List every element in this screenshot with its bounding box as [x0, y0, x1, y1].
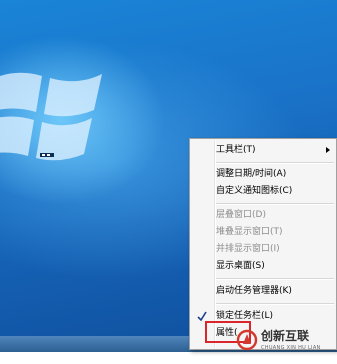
menu-item-cascade-windows[interactable]: 层叠窗口(D)	[192, 206, 334, 224]
menu-item-label: 层叠窗口(D)	[216, 210, 266, 220]
menu-separator	[216, 303, 334, 305]
menu-item-start-task-manager[interactable]: 启动任务管理器(K)	[192, 282, 334, 300]
menu-item-label: 启动任务管理器(K)	[216, 286, 292, 296]
menu-item-label: 并排显示窗口(I)	[216, 244, 280, 254]
menu-item-label: 工具栏(T)	[216, 145, 256, 155]
menu-item-label: 自定义通知图标(C)	[216, 186, 293, 196]
menu-item-label: 调整日期/时间(A)	[216, 169, 287, 179]
brand-logo-icon	[236, 329, 258, 351]
menu-item-show-desktop[interactable]: 显示桌面(S)	[192, 257, 334, 275]
busy-cursor-icon	[40, 153, 54, 157]
watermark-brand-name: 创新互联	[261, 329, 310, 343]
menu-item-label: 显示桌面(S)	[216, 261, 265, 271]
menu-item-adjust-date-time[interactable]: 调整日期/时间(A)	[192, 165, 334, 183]
watermark-brand-pinyin: CHUANG XIN HU LIAN	[261, 345, 321, 351]
menu-item-show-windows-stacked[interactable]: 堆叠显示窗口(T)	[192, 223, 334, 241]
menu-separator	[216, 278, 334, 280]
menu-separator	[216, 203, 334, 205]
menu-item-customize-notification-icons[interactable]: 自定义通知图标(C)	[192, 182, 334, 200]
submenu-arrow-icon	[326, 147, 330, 153]
menu-item-toolbars[interactable]: 工具栏(T)	[192, 141, 334, 159]
watermark: 创新互联 CHUANG XIN HU LIAN	[236, 327, 334, 359]
menu-item-label: 堆叠显示窗口(T)	[216, 227, 283, 237]
taskbar-context-menu: 工具栏(T) 调整日期/时间(A) 自定义通知图标(C) 层叠窗口(D) 堆叠显…	[189, 138, 337, 350]
windows-logo-icon	[0, 72, 102, 161]
screenshot-frame: 工具栏(T) 调整日期/时间(A) 自定义通知图标(C) 层叠窗口(D) 堆叠显…	[0, 0, 337, 364]
menu-separator	[216, 162, 334, 164]
menu-item-show-windows-side-by-side[interactable]: 并排显示窗口(I)	[192, 240, 334, 258]
